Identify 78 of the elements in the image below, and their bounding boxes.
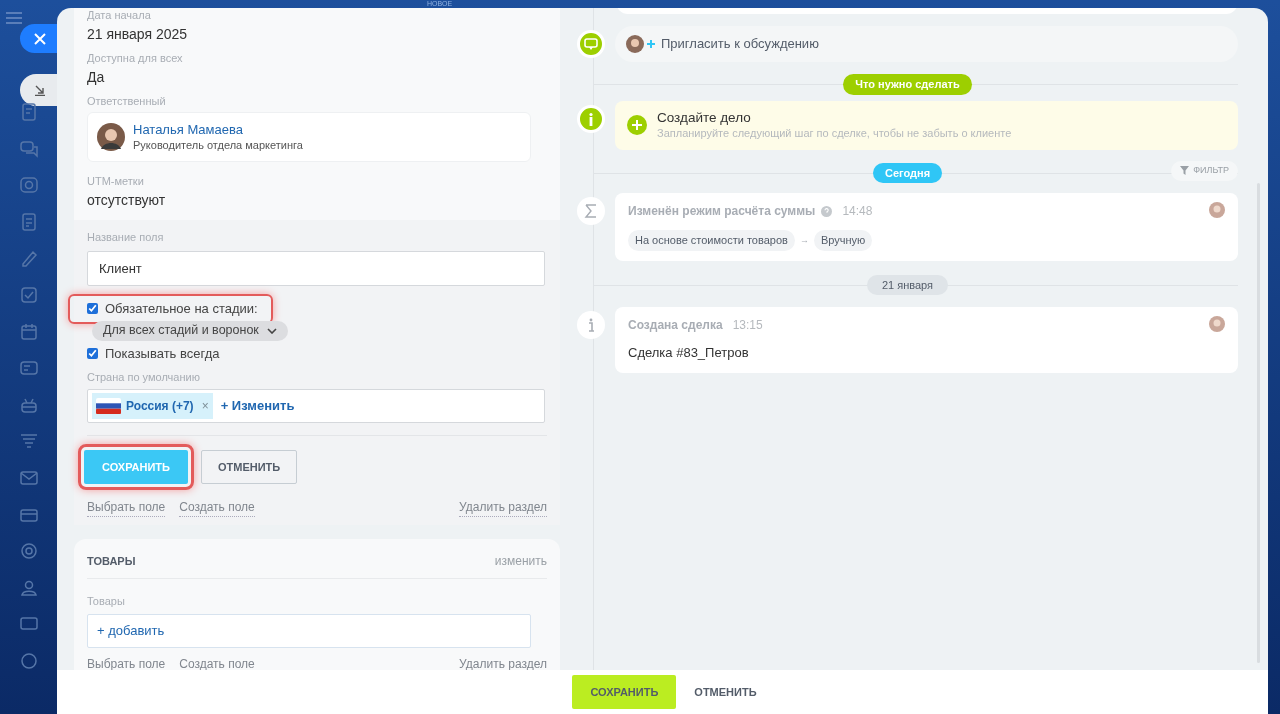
field-value: Да	[87, 68, 106, 87]
event-text: Сделка #83_Петров	[628, 344, 750, 362]
checkbox[interactable]	[87, 303, 98, 314]
person-role: Руководитель отдела маркетинга	[133, 138, 303, 152]
chevron-down-icon	[266, 327, 277, 334]
arrow-icon	[34, 84, 46, 96]
link[interactable]: Создать поле	[179, 498, 255, 517]
create-task-title: Создайте дело	[657, 109, 752, 126]
invite-text: Пригласить к обсуждению	[661, 35, 819, 54]
document-icon[interactable]	[20, 103, 38, 121]
country-field[interactable]: Россия (+7) × + Изменить	[87, 389, 545, 423]
date-pill: 21 января	[866, 274, 949, 295]
input-field[interactable]: Клиент	[87, 250, 545, 286]
add-link[interactable]: + добавить	[97, 620, 165, 641]
field-value: 21 января 2025	[87, 25, 189, 44]
today-pill: Сегодня	[872, 162, 943, 183]
flag-icon	[96, 398, 121, 414]
link[interactable]: Выбрать поле	[87, 657, 166, 671]
link[interactable]: Создать поле	[179, 657, 255, 671]
section-title: ТОВАРЫ	[87, 553, 136, 569]
create-task-hint: Запланируйте следующий шаг по сделке, чтобы не забыть о клиенте	[657, 126, 1012, 141]
chat-icon[interactable]	[20, 139, 38, 158]
event-title: Создана сделка	[628, 317, 723, 334]
plus-circle-icon	[627, 115, 647, 135]
checkbox-label: Показывать всегда	[105, 344, 220, 363]
country-name: Россия (+7)	[126, 398, 194, 415]
collapse-button[interactable]	[20, 74, 60, 106]
field-label: Название поля	[87, 230, 165, 245]
circle-icon[interactable]	[20, 651, 38, 670]
remove-icon[interactable]: ×	[201, 397, 209, 415]
field-value: отсутствуют	[87, 191, 167, 210]
delete-section-link[interactable]: Удалить раздел	[459, 657, 547, 671]
field-label: Дата начала	[87, 8, 152, 22]
avatar-icon	[1209, 316, 1225, 332]
value-chip: Вручную	[813, 230, 873, 251]
cancel-button[interactable]: ОТМЕНИТЬ	[688, 675, 763, 709]
field-label: Страна по умолчанию	[87, 369, 201, 385]
event-time: 14:48	[842, 203, 873, 220]
avatar-icon	[97, 123, 125, 151]
delete-section-link[interactable]: Удалить раздел	[459, 498, 547, 517]
card-icon[interactable]	[20, 359, 38, 378]
arrow-icon: →	[799, 233, 809, 247]
close-button[interactable]	[20, 24, 60, 53]
menu-icon[interactable]	[5, 12, 22, 24]
event-title: Изменён режим расчёта суммы	[628, 203, 816, 220]
value-chip: На основе стоимости товаров	[628, 230, 795, 251]
field-label: Ответственный	[87, 94, 167, 108]
avatar-icon	[1209, 202, 1225, 218]
camera-icon[interactable]	[20, 176, 38, 195]
field-label: Доступна для всех	[87, 51, 184, 65]
create-task-card[interactable]: Создайте дело Запланируйте следующий шаг по сделке, чтобы не забыть о клиенте	[615, 100, 1238, 150]
target-icon[interactable]	[20, 542, 38, 561]
save-button[interactable]: СОХРАНИТЬ	[572, 675, 677, 709]
chat-icon	[584, 37, 598, 51]
sigma-icon	[584, 204, 598, 218]
cancel-button[interactable]: ОТМЕНИТЬ	[200, 450, 298, 484]
filter-icon	[1180, 166, 1190, 175]
todo-pill: Что нужно сделать	[843, 74, 972, 95]
field-label: UTM-метки	[87, 174, 145, 188]
link[interactable]: Выбрать поле	[87, 498, 166, 517]
event-time: 13:15	[732, 317, 763, 334]
invite-bar[interactable]: Пригласить к обсуждению	[615, 26, 1238, 62]
calendar-icon[interactable]	[20, 322, 38, 341]
close-icon	[34, 32, 46, 45]
checkbox-icon[interactable]	[20, 285, 38, 304]
users-icon[interactable]	[20, 578, 38, 597]
dropdown-button[interactable]: Для всех стадий и воронок	[92, 320, 288, 341]
checkbox[interactable]	[87, 348, 98, 359]
pen-icon[interactable]	[20, 249, 38, 268]
mail-icon[interactable]	[20, 468, 38, 487]
change-link[interactable]: + Изменить	[220, 396, 295, 416]
person-name[interactable]: Наталья Мамаева	[133, 122, 303, 138]
help-icon	[821, 205, 833, 217]
add-person-icon	[625, 34, 655, 54]
input-field[interactable]: + добавить	[87, 613, 531, 648]
funnel-icon[interactable]	[20, 432, 38, 451]
field-label: Товары	[87, 594, 126, 609]
checkbox-label: Обязательное на стадии:	[105, 299, 258, 318]
